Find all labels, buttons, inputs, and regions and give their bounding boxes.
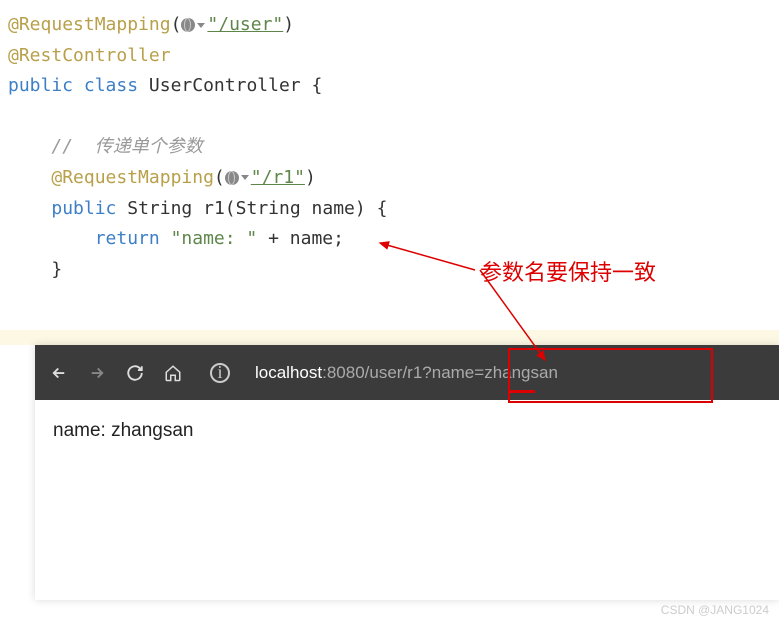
underline-mark	[510, 390, 535, 393]
url-path: :8080/user/r1?name=zhangsan	[322, 363, 558, 382]
reload-button[interactable]	[126, 364, 144, 382]
code-line: @RequestMapping("/user")	[8, 10, 771, 41]
globe-icon	[181, 18, 195, 32]
annotation: RestController	[19, 45, 171, 66]
globe-icon	[225, 171, 239, 185]
annotation: RequestMapping	[62, 167, 214, 188]
forward-button[interactable]	[88, 364, 106, 382]
code-line: public String r1(String name) {	[8, 194, 771, 225]
response-text: name: zhangsan	[53, 420, 194, 441]
annotation: RequestMapping	[19, 14, 171, 35]
annotation-callout: 参数名要保持一致	[480, 255, 656, 287]
code-line: @RequestMapping("/r1")	[8, 163, 771, 194]
site-info-button[interactable]: i	[210, 363, 230, 383]
code-line: return "name: " + name;	[8, 224, 771, 255]
comment: // 传递单个参数	[51, 136, 202, 157]
chevron-down-icon	[241, 175, 249, 180]
code-line: }	[8, 255, 771, 286]
code-editor[interactable]: @RequestMapping("/user") @RestController…	[0, 0, 779, 295]
browser-window: i localhost:8080/user/r1?name=zhangsan n…	[35, 345, 779, 600]
browser-toolbar: i localhost:8080/user/r1?name=zhangsan	[35, 345, 779, 400]
home-button[interactable]	[164, 364, 182, 382]
watermark: CSDN @JANG1024	[661, 603, 769, 617]
browser-content: name: zhangsan	[35, 400, 779, 600]
code-line: @RestController	[8, 41, 771, 72]
code-line	[8, 102, 771, 133]
code-line: // 传递单个参数	[8, 132, 771, 163]
url-bar[interactable]: localhost:8080/user/r1?name=zhangsan	[255, 363, 764, 383]
back-button[interactable]	[50, 364, 68, 382]
url-host: localhost	[255, 363, 322, 382]
chevron-down-icon	[197, 23, 205, 28]
code-line: public class UserController {	[8, 71, 771, 102]
